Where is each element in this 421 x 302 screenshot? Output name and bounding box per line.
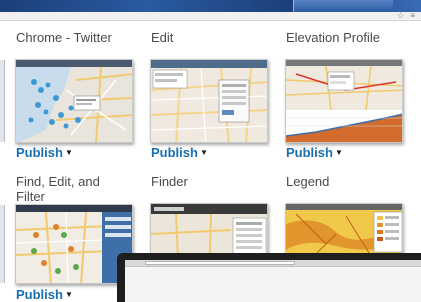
tile-title: Edit [151, 30, 174, 45]
browser-menu-icons[interactable]: ☆ ≡ [397, 11, 417, 20]
dropdown-caret-icon: ▼ [64, 290, 73, 299]
cropped-thumbnail-edge [0, 60, 5, 142]
cropped-thumbnail-edge [0, 205, 5, 283]
template-thumbnail[interactable] [15, 59, 133, 143]
template-thumbnail[interactable] [285, 59, 403, 143]
laptop-address-bar [145, 261, 295, 265]
tile-title: Find, Edit, and Filter [16, 174, 100, 204]
template-thumbnail[interactable] [15, 204, 133, 284]
browser-titlebar [0, 0, 421, 12]
tile-title: Finder [151, 174, 188, 189]
dropdown-caret-icon: ▼ [199, 148, 208, 157]
tile-title: Legend [286, 174, 330, 189]
publish-label: Publish [151, 145, 198, 160]
tile-title: Chrome - Twitter [16, 30, 112, 45]
publish-button[interactable]: Publish ▼ [16, 287, 73, 302]
window-tab[interactable] [293, 0, 393, 12]
publish-label: Publish [16, 287, 63, 302]
tile-title: Elevation Profile [286, 30, 380, 45]
browser-toolbar: ☆ ≡ [0, 11, 421, 21]
dropdown-caret-icon: ▼ [64, 148, 73, 157]
map-thumbnail-image [16, 60, 132, 142]
map-thumbnail-image [286, 60, 402, 142]
publish-button[interactable]: Publish ▼ [151, 145, 208, 160]
publish-button[interactable]: Publish ▼ [286, 145, 343, 160]
laptop-screen [125, 260, 421, 302]
publish-label: Publish [286, 145, 333, 160]
laptop-overlay-image [117, 253, 421, 302]
template-thumbnail[interactable] [150, 59, 268, 143]
map-thumbnail-image [16, 205, 132, 283]
laptop-browser-bar [125, 260, 421, 267]
publish-button[interactable]: Publish ▼ [16, 145, 73, 160]
dropdown-caret-icon: ▼ [334, 148, 343, 157]
publish-label: Publish [16, 145, 63, 160]
map-thumbnail-image [151, 60, 267, 142]
